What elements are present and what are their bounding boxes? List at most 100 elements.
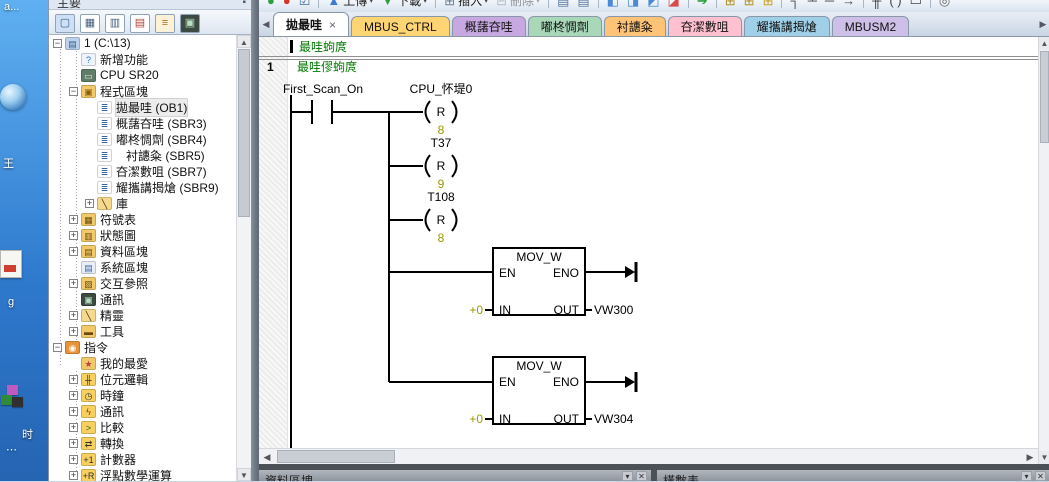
zoom-icon[interactable]: ◎ — [936, 0, 953, 8]
coil-operand-label[interactable]: CPU_怀堤0 — [410, 82, 473, 96]
mov-w-box-1[interactable]: MOV_W EN ENO IN OUT +0 VW300 — [469, 248, 636, 317]
desktop-icon-label[interactable]: ⋯ — [6, 443, 17, 456]
contact-first-scan[interactable]: First_Scan_On — [283, 82, 363, 124]
block-icon-2[interactable]: ▤ — [574, 0, 592, 8]
tree-toggle-minus-icon[interactable]: − — [69, 87, 78, 96]
scrollbar-thumb[interactable] — [238, 49, 250, 217]
program-comment-row[interactable]: 最哇蚼庹 — [290, 39, 347, 54]
tree-item[interactable]: +╲精靈 — [49, 307, 237, 323]
tree-item[interactable]: ▣通訊 — [49, 291, 237, 307]
address-icon-1[interactable]: ⊞ — [722, 0, 739, 8]
tree-item[interactable]: ▤系統區塊 — [49, 259, 237, 275]
scroll-right-icon[interactable]: ▶ — [1022, 450, 1038, 464]
tree-toggle-plus-icon[interactable]: + — [69, 311, 78, 320]
coil-icon[interactable]: ( ) — [886, 0, 904, 8]
box-in-value[interactable]: +0 — [469, 412, 483, 426]
desktop-icon-label[interactable]: 王 — [3, 155, 14, 171]
coil-operand-label[interactable]: T37 — [431, 136, 452, 150]
tab-scroll-right-icon[interactable]: ▶ — [1037, 19, 1049, 30]
reset-coil-2[interactable]: T37 R 9 — [426, 136, 457, 191]
ladder-canvas[interactable]: 最哇蚼庹 1 最哇僇蚼庹 — [259, 37, 1038, 448]
tree-item[interactable]: +▬工具 — [49, 323, 237, 339]
upload-icon[interactable]: ▲上傳▾ — [324, 0, 376, 10]
tree-toggle-plus-icon[interactable]: + — [69, 439, 78, 448]
data-block-icon[interactable]: ▤ — [130, 14, 150, 33]
bookmark-icon-3[interactable]: ◩ — [644, 0, 662, 8]
run-icon[interactable]: ● — [264, 0, 278, 8]
tree-item[interactable]: +▦符號表 — [49, 211, 237, 227]
scrollbar-thumb[interactable] — [1040, 51, 1049, 143]
tree-toggle-plus-icon[interactable]: + — [69, 391, 78, 400]
tree-toggle-plus-icon[interactable]: + — [69, 455, 78, 464]
panel-menu-icon[interactable]: ▾ — [622, 471, 633, 481]
tree-toggle-plus-icon[interactable]: + — [85, 199, 94, 208]
tree-item[interactable]: +◷時鐘 — [49, 387, 237, 403]
tree-toggle-minus-icon[interactable]: − — [53, 39, 62, 48]
line-arrow-icon[interactable]: → — [839, 0, 858, 8]
editor-vertical-scrollbar[interactable]: ▲ ▼ — [1038, 37, 1049, 464]
editor-tab[interactable]: 嘟柊惆劑 — [528, 16, 602, 36]
scroll-up-icon[interactable]: ▲ — [237, 35, 251, 48]
editor-horizontal-scrollbar[interactable]: ◀ ▶ — [259, 448, 1038, 464]
tree-item[interactable]: −◉指令 — [49, 339, 237, 355]
tree-item[interactable]: +▧交互參照 — [49, 275, 237, 291]
desktop-doc-icon[interactable] — [0, 250, 22, 278]
tree-item[interactable]: +▥狀態圖 — [49, 227, 237, 243]
tree-item[interactable]: −▤1 (C:\13) — [49, 35, 237, 51]
contact-icon[interactable]: ╫ — [869, 0, 884, 8]
panel-menu-icon[interactable]: ▾ — [1021, 471, 1032, 481]
tree-item[interactable]: ++1計數器 — [49, 451, 237, 467]
insert-icon[interactable]: ⊞插入▾ — [441, 0, 491, 10]
tree-item[interactable]: +╫位元邏輯 — [49, 371, 237, 387]
coil-number[interactable]: 8 — [438, 123, 445, 137]
tab-scroll-left-icon[interactable]: ◀ — [260, 19, 272, 30]
scroll-left-icon[interactable]: ◀ — [259, 450, 275, 464]
tree-toggle-plus-icon[interactable]: + — [69, 375, 78, 384]
coil-operand-label[interactable]: T108 — [427, 190, 455, 204]
editor-tab[interactable]: 耀攜講揭熗 — [744, 16, 830, 36]
dropdown-caret-icon[interactable]: ▾ — [484, 0, 488, 5]
panel-close-icon[interactable]: ✕ — [1035, 471, 1046, 481]
line-horizontal-icon[interactable]: ─ — [822, 0, 837, 8]
desktop-icon-label[interactable]: g — [8, 296, 14, 308]
tree-toggle-minus-icon[interactable]: − — [53, 343, 62, 352]
desktop-orb-icon[interactable] — [0, 84, 26, 110]
editor-tab[interactable]: MBUS_CTRL — [351, 16, 450, 36]
desktop-cubes-icon[interactable] — [0, 385, 26, 411]
project-tree[interactable]: −▤1 (C:\13)?新增功能▭CPU SR20−▣程式區塊≣拋最哇 (OB1… — [49, 35, 237, 481]
tree-item[interactable]: ≣拋最哇 (OB1) — [49, 99, 237, 115]
contact-label[interactable]: First_Scan_On — [283, 82, 363, 96]
coil-number[interactable]: 9 — [438, 177, 445, 191]
bookmark-icon-1[interactable]: ◧ — [604, 0, 622, 8]
tree-toggle-plus-icon[interactable]: + — [69, 327, 78, 336]
docked-panel-caption-data-block[interactable]: 資料區塊 ▾ ✕ — [259, 470, 651, 481]
box-in-value[interactable]: +0 — [469, 303, 483, 317]
tab-close-icon[interactable]: × — [329, 18, 336, 32]
download-icon[interactable]: ▼下載▾ — [378, 0, 430, 10]
box-out-value[interactable]: VW304 — [594, 412, 634, 426]
scroll-down-icon[interactable]: ▼ — [1039, 451, 1049, 464]
coil-number[interactable]: 8 — [438, 231, 445, 245]
communications-icon[interactable]: ▣ — [180, 14, 200, 33]
pin-icon[interactable]: ▪ — [242, 0, 246, 8]
tree-item[interactable]: +⇄轉換 — [49, 435, 237, 451]
tree-item[interactable]: ★我的最愛 — [49, 355, 237, 371]
tree-toggle-plus-icon[interactable]: + — [69, 279, 78, 288]
compile-icon[interactable]: ☑ — [296, 0, 314, 8]
tree-item[interactable]: +ϟ通訊 — [49, 403, 237, 419]
panel-close-icon[interactable]: ✕ — [636, 471, 647, 481]
tree-item[interactable]: +▤資料區塊 — [49, 243, 237, 259]
editor-tab[interactable]: 夻潔數咀 — [668, 16, 742, 36]
editor-tab[interactable]: 衬譓粂 — [604, 16, 666, 36]
dropdown-caret-icon[interactable]: ▾ — [369, 0, 373, 5]
scroll-up-icon[interactable]: ▲ — [1039, 37, 1049, 50]
scroll-down-icon[interactable]: ▼ — [237, 468, 251, 481]
program-block-icon[interactable]: ▢ — [55, 14, 75, 33]
tree-toggle-plus-icon[interactable]: + — [69, 407, 78, 416]
goto-icon[interactable]: ➔ — [694, 0, 711, 8]
tree-item[interactable]: −▣程式區塊 — [49, 83, 237, 99]
tree-item[interactable]: +>比較 — [49, 419, 237, 435]
mov-w-box-2[interactable]: MOV_W EN ENO IN OUT +0 VW304 — [469, 357, 636, 426]
tree-item[interactable]: ++R浮點數學運算 — [49, 467, 237, 481]
tree-item[interactable]: ▭CPU SR20 — [49, 67, 237, 83]
